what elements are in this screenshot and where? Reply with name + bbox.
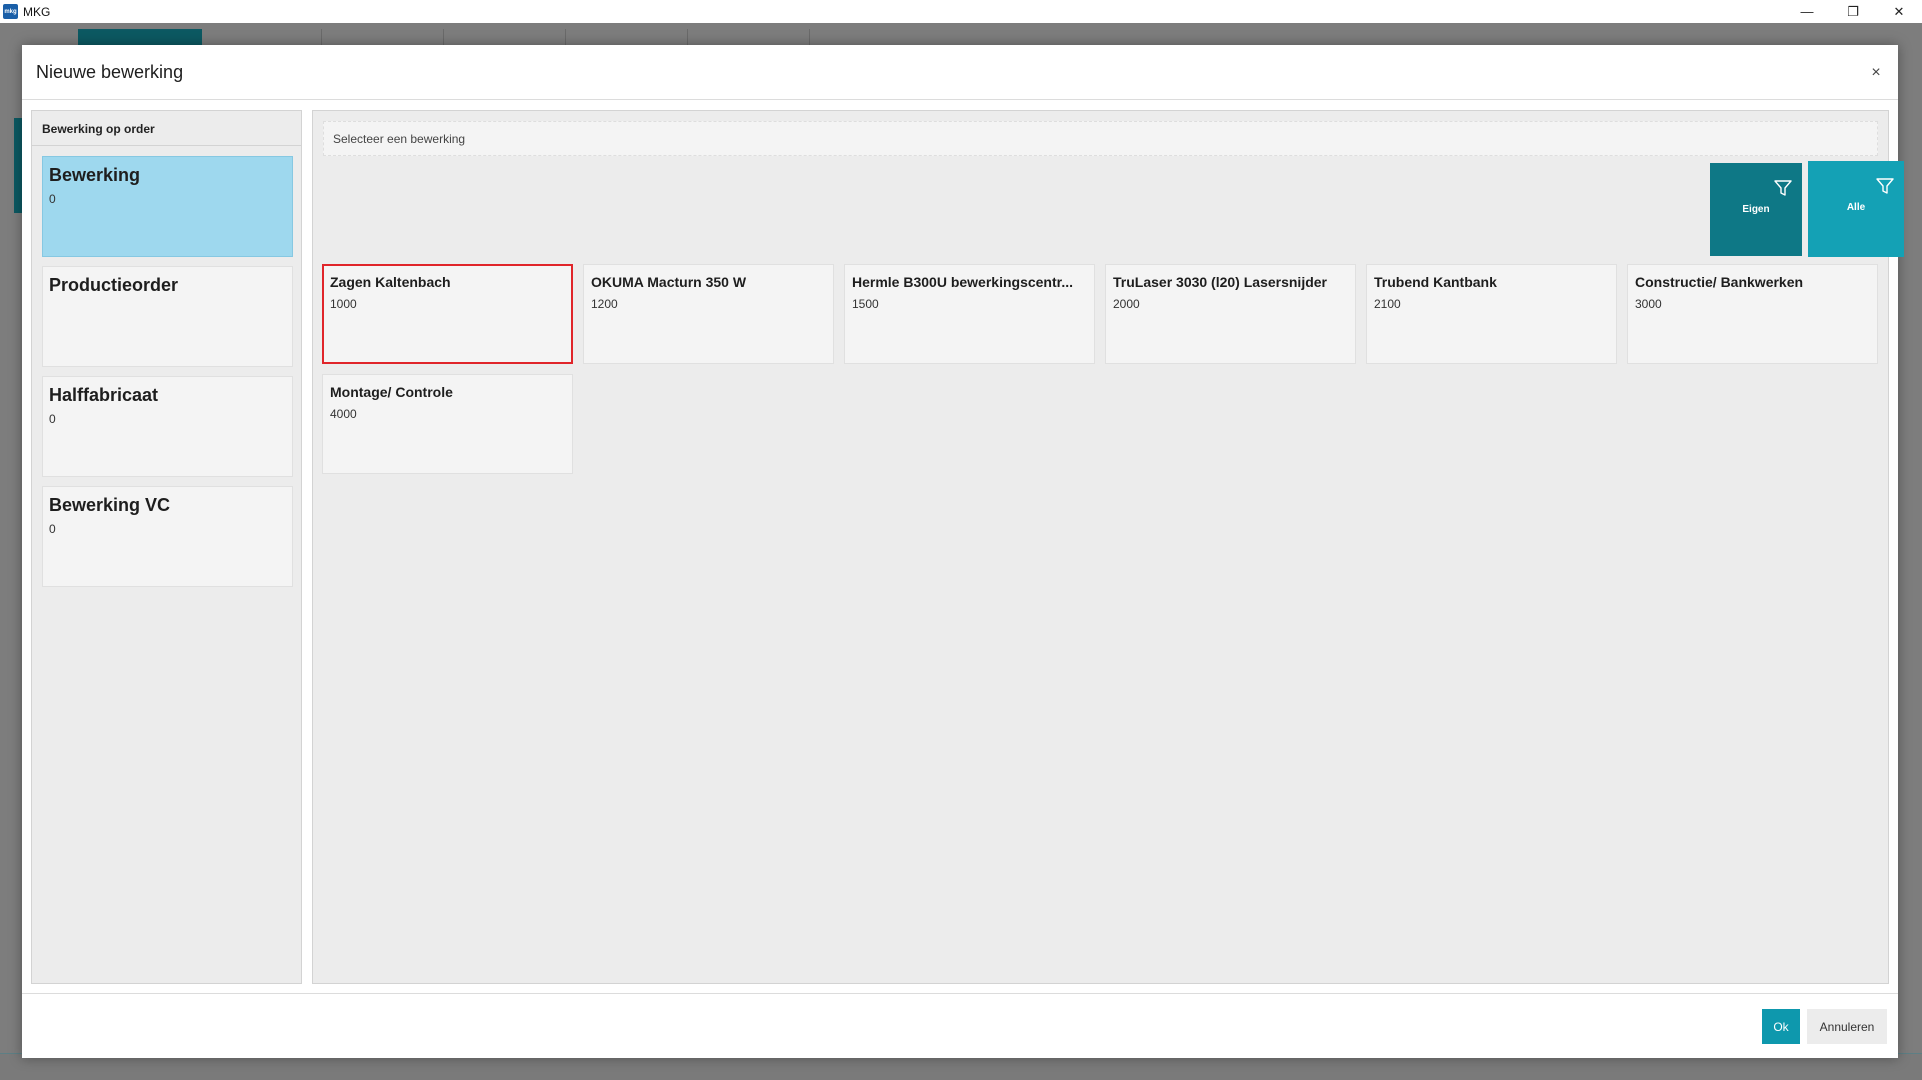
operation-code: 2000 [1113,297,1140,311]
filter-all-label: Alle [1846,202,1866,213]
operation-title: Montage/ Controle [330,384,453,400]
operation-title: Trubend Kantbank [1374,274,1497,290]
category-count: 0 [49,192,56,206]
filter-icon [1774,180,1792,196]
category-title: Bewerking [49,165,141,185]
operation-code: 1500 [852,297,879,311]
operation-card-okuma-macturn[interactable]: OKUMA Macturn 350 W 1200 [583,264,834,364]
operation-card-trubend-kantbank[interactable]: Trubend Kantbank 2100 [1366,264,1617,364]
category-title: Productieorder [49,275,179,295]
dialog-close-icon[interactable]: × [1868,65,1884,81]
dialog-header: Nieuwe bewerking × [22,45,1898,100]
filter-own-button[interactable]: Eigen [1710,163,1802,256]
dialog-footer: Ok Annuleren [22,993,1898,1058]
category-card-productieorder[interactable]: Productieorder [42,266,293,367]
operation-card-trulaser-3030[interactable]: TruLaser 3030 (l20) Lasersnijder 2000 [1105,264,1356,364]
app-logo-icon: mkg [3,4,18,19]
background-tab [324,29,444,45]
category-count: 0 [49,412,56,426]
background-tab [202,29,322,45]
cancel-button[interactable]: Annuleren [1807,1009,1887,1044]
operation-code: 1200 [591,297,618,311]
category-panel: Bewerking op order Bewerking 0 Productie… [31,110,302,984]
operation-search-bar[interactable]: Selecteer een bewerking [323,121,1878,156]
background-tabs [0,23,900,49]
operation-title: Constructie/ Bankwerken [1635,274,1804,290]
category-title: Bewerking VC [49,495,171,515]
operation-title: Hermle B300U bewerkingscentr... [852,274,1073,290]
operation-card-zagen-kaltenbach[interactable]: Zagen Kaltenbach 1000 [322,264,573,364]
operation-title: Zagen Kaltenbach [330,274,451,290]
minimize-button[interactable]: — [1784,0,1830,23]
dialog-title: Nieuwe bewerking [36,62,184,82]
category-title: Halffabricaat [49,385,159,405]
category-card-bewerking[interactable]: Bewerking 0 [42,156,293,257]
new-operation-dialog: Nieuwe bewerking × Bewerking op order Be… [22,45,1904,1058]
window-titlebar: mkg MKG — ❐ ✕ [0,0,1922,23]
background-tab [568,29,688,45]
app-title: MKG [23,4,51,19]
category-card-bewerking-vc[interactable]: Bewerking VC 0 [42,486,293,587]
background-tab [690,29,810,45]
operation-code: 1000 [330,297,357,311]
operation-code: 3000 [1635,297,1662,311]
filter-all-button[interactable]: Alle [1808,161,1904,257]
window-controls: — ❐ ✕ [1784,0,1922,23]
restore-button[interactable]: ❐ [1830,0,1876,23]
filter-own-label: Eigen [1742,204,1770,215]
operation-card-montage-controle[interactable]: Montage/ Controle 4000 [322,374,573,474]
operation-title: TruLaser 3030 (l20) Lasersnijder [1113,274,1327,290]
operation-code: 2100 [1374,297,1401,311]
filter-icon [1876,178,1894,194]
background-tab [446,29,566,45]
ok-button[interactable]: Ok [1762,1009,1800,1044]
category-panel-header: Bewerking op order [32,111,301,146]
category-count: 0 [49,522,56,536]
category-card-halffabricaat[interactable]: Halffabricaat 0 [42,376,293,477]
operation-title: OKUMA Macturn 350 W [591,274,747,290]
close-window-button[interactable]: ✕ [1876,0,1922,23]
operation-card-constructie-bankwerken[interactable]: Constructie/ Bankwerken 3000 [1627,264,1878,364]
operation-panel: Selecteer een bewerking Eigen Alle Zagen… [312,110,1904,984]
operation-card-hermle-b300u[interactable]: Hermle B300U bewerkingscentr... 1500 [844,264,1095,364]
operation-code: 4000 [330,407,357,421]
